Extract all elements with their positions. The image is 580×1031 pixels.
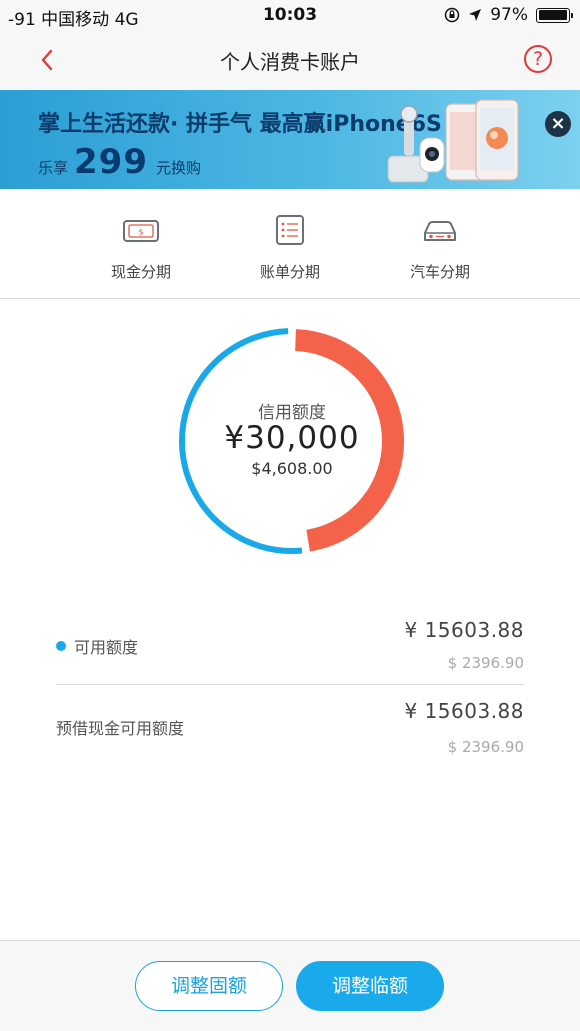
bill-icon <box>276 215 304 245</box>
battery-level <box>538 10 567 20</box>
credit-summary: 信用额度 ¥30,000 $4,608.00 <box>176 325 408 557</box>
adjust-temporary-limit-button[interactable]: 调整临额 <box>296 961 444 1011</box>
shortcut-car-installment[interactable]: 汽车分期 <box>380 213 500 282</box>
location-arrow-icon <box>469 9 482 21</box>
credit-limit-amount: ¥30,000 <box>224 420 360 456</box>
adjust-fixed-limit-button[interactable]: 调整固额 <box>135 961 283 1011</box>
banner-price: 299 <box>74 142 148 182</box>
available-credit-amount: ¥ 15603.88 <box>404 618 524 642</box>
available-credit-label: 可用额度 <box>74 638 139 657</box>
cash-advance-row: 预借现金可用额度 ¥ 15603.88 $ 2396.90 <box>56 690 524 770</box>
banner-close-button[interactable]: × <box>545 111 571 137</box>
status-right: 97% <box>444 5 573 25</box>
status-bar: -91 中国移动 4G 10:03 97% <box>0 0 580 30</box>
banner-suffix: 元换购 <box>156 159 202 177</box>
banner-offer: 乐享 299 元换购 <box>38 142 201 182</box>
shortcut-cash-installment[interactable]: $ 现金分期 <box>81 213 201 282</box>
battery-percent: 97% <box>490 5 528 25</box>
credit-limit-usd: $4,608.00 <box>251 459 333 478</box>
cash-advance-usd: $ 2396.90 <box>447 738 524 756</box>
legend-dot <box>56 641 66 651</box>
banner-products-image <box>387 99 519 183</box>
orientation-lock-icon <box>444 7 460 23</box>
installment-shortcuts: $ 现金分期 账单分期 汽车分期 <box>0 189 580 299</box>
shortcut-label: 账单分期 <box>259 263 320 281</box>
shortcut-label: 现金分期 <box>110 263 171 281</box>
page-title: 个人消费卡账户 <box>220 50 360 74</box>
available-credit-usd: $ 2396.90 <box>447 654 524 672</box>
battery-icon <box>536 7 573 23</box>
shortcut-label: 汽车分期 <box>409 263 470 281</box>
banner-prefix: 乐享 <box>38 159 69 177</box>
row-label: 可用额度 <box>56 634 138 658</box>
cash-advance-amount: ¥ 15603.88 <box>404 699 524 723</box>
banner-headline: 掌上生活还款· 拼手气 最高赢iPhone6S <box>38 112 442 137</box>
svg-text:$: $ <box>138 228 143 237</box>
promo-banner[interactable]: 掌上生活还款· 拼手气 最高赢iPhone6S 乐享 299 元换购 × <box>0 90 580 189</box>
cash-icon: $ <box>123 220 159 242</box>
help-button[interactable]: ? <box>524 45 552 73</box>
shortcut-bill-installment[interactable]: 账单分期 <box>230 213 350 282</box>
cash-advance-label: 预借现金可用额度 <box>56 719 185 738</box>
available-credit-row: 可用额度 ¥ 15603.88 $ 2396.90 <box>56 610 524 685</box>
nav-bar: 个人消费卡账户 ? <box>0 30 580 90</box>
car-icon <box>424 221 456 241</box>
bottom-action-bar: 调整固额 调整临额 <box>0 940 580 1031</box>
